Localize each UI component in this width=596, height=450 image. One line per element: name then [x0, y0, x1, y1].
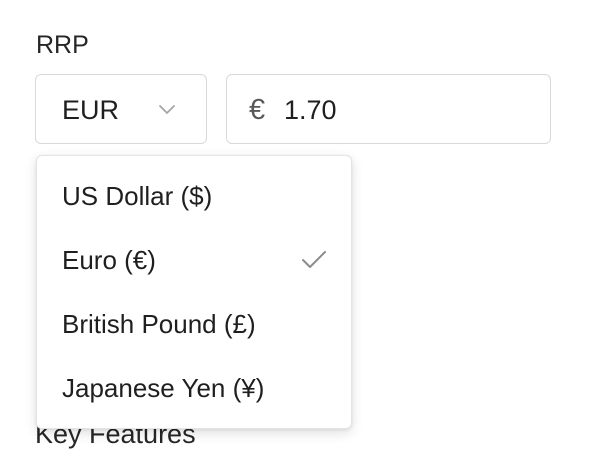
- option-label: British Pound (£): [62, 308, 256, 339]
- option-japanese-yen[interactable]: Japanese Yen (¥): [37, 356, 351, 420]
- option-label: Euro (€): [62, 244, 156, 275]
- rrp-label: RRP: [36, 31, 89, 59]
- currency-select[interactable]: EUR: [35, 74, 207, 144]
- option-euro[interactable]: Euro (€): [37, 228, 351, 292]
- currency-prefix: €: [249, 94, 266, 126]
- currency-select-value: EUR: [62, 95, 120, 125]
- option-label: Japanese Yen (¥): [62, 372, 265, 403]
- chevron-down-icon: [159, 105, 175, 114]
- amount-value[interactable]: 1.70: [284, 94, 337, 126]
- amount-input[interactable]: € 1.70: [226, 74, 551, 144]
- currency-dropdown-menu: US Dollar ($) Euro (€) British Pound (£)…: [36, 155, 352, 429]
- check-icon: [302, 251, 326, 268]
- option-label: US Dollar ($): [62, 180, 213, 211]
- option-us-dollar[interactable]: US Dollar ($): [37, 164, 351, 228]
- option-british-pound[interactable]: British Pound (£): [37, 292, 351, 356]
